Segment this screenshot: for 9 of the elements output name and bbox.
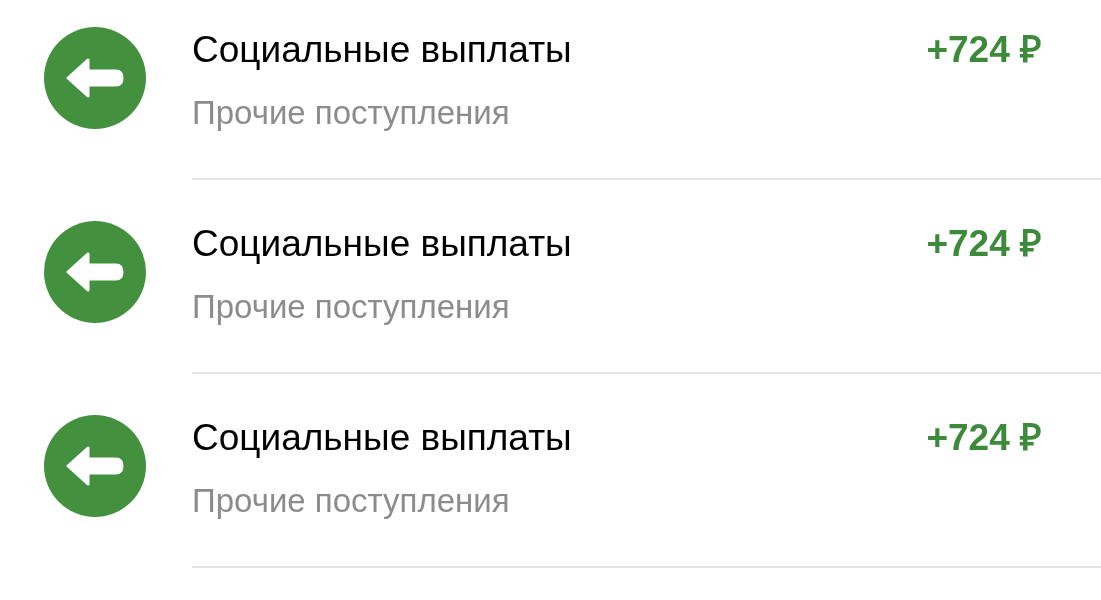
transaction-title: Социальные выплаты (192, 28, 572, 72)
transaction-category: Прочие поступления (192, 287, 510, 327)
transaction-category: Прочие поступления (192, 93, 510, 133)
transaction-title: Социальные выплаты (192, 416, 572, 460)
transaction-amount: +724 ₽ (926, 416, 1042, 460)
transaction-amount: +724 ₽ (926, 222, 1042, 266)
transaction-amount: +724 ₽ (926, 28, 1042, 72)
transaction-title: Социальные выплаты (192, 222, 572, 266)
transaction-category: Прочие поступления (192, 481, 510, 521)
